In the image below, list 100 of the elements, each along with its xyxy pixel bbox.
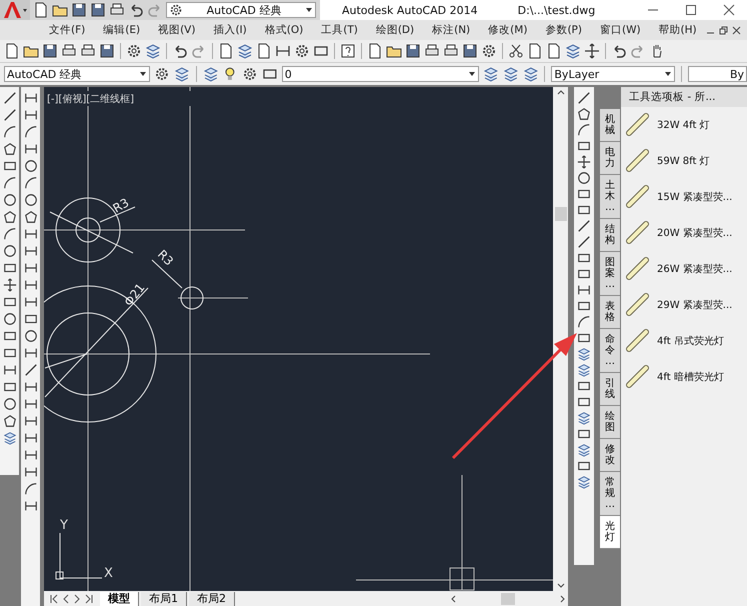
save-icon[interactable] [90,2,106,18]
layers-icon[interactable] [237,43,253,59]
dimension-tool-icon[interactable] [24,465,38,479]
circle-tool-icon[interactable] [24,193,38,207]
layers-icon[interactable] [522,66,538,82]
rectangle-tool-icon[interactable] [577,267,591,281]
layer-dropdown[interactable]: 0 [282,66,480,82]
move-tool-icon[interactable] [584,43,600,59]
circle-tool-icon[interactable] [24,159,38,173]
scroll-thumb[interactable] [554,207,566,221]
layout-tab[interactable]: 模型 [100,592,139,606]
layers-icon[interactable] [577,443,591,457]
menu-item[interactable]: 插入(I) [204,23,256,37]
polygon-tool-icon[interactable] [2,210,16,224]
palette-tab[interactable]: 常规… [600,472,620,516]
rectangle-tool-icon[interactable] [577,427,591,441]
dimension-tool-icon[interactable] [24,346,38,360]
document-icon[interactable] [367,43,383,59]
layers-icon[interactable] [577,411,591,425]
gear-icon[interactable] [481,43,497,59]
line-tool-icon[interactable] [577,91,591,105]
menu-item[interactable]: 编辑(E) [94,23,150,37]
dimension-tool-icon[interactable] [577,283,591,297]
document-icon[interactable] [4,43,20,59]
circle-tool-icon[interactable] [24,329,38,343]
rectangle-tool-icon[interactable] [577,251,591,265]
rectangle-tool-icon[interactable] [577,379,591,393]
palette-tab[interactable]: 修改 [600,439,620,472]
close-icon[interactable] [723,4,735,16]
document-icon[interactable] [33,2,49,18]
layers-icon[interactable] [2,431,16,445]
arc-tool-icon[interactable] [2,176,16,190]
palette-tab[interactable]: 机械 [600,109,620,142]
save-icon[interactable] [71,2,87,18]
polygon-tool-icon[interactable] [2,142,16,156]
arc-tool-icon[interactable] [2,125,16,139]
dimension-tool-icon[interactable] [24,380,38,394]
document-icon[interactable] [546,43,562,59]
layout-tab[interactable]: 布局2 [189,592,235,606]
palette-item[interactable]: 29W 紧凑型荧... [657,298,732,312]
rectangle-tool-icon[interactable] [2,261,16,275]
palette-item[interactable]: 20W 紧凑型荧... [657,226,732,240]
rectangle-tool-icon[interactable] [24,312,38,326]
line-tool-icon[interactable] [577,219,591,233]
maximize-icon[interactable] [685,4,697,16]
drawing-canvas[interactable]: [-][俯视][二维线框] R3 R3 Φ21 Y X [44,87,553,591]
rectangle-tool-icon[interactable] [2,380,16,394]
layers-icon[interactable] [174,66,190,82]
document-icon[interactable] [218,43,234,59]
palette-item[interactable]: 4ft 暗槽荧光灯 [657,370,724,384]
menu-item[interactable]: 绘图(D) [366,23,424,37]
dropdown-caret-icon[interactable] [664,70,672,78]
line-tool-icon[interactable] [24,363,38,377]
palette-item[interactable]: 15W 紧凑型荧... [657,190,732,204]
save-icon[interactable] [462,43,478,59]
dimension-tool-icon[interactable] [24,448,38,462]
document-icon[interactable] [527,43,543,59]
palette-tab[interactable]: 土木… [600,175,620,219]
rectangle-tool-icon[interactable] [2,329,16,343]
layers-icon[interactable] [202,66,218,82]
rectangle-tool-icon[interactable] [2,295,16,309]
menu-item[interactable]: 工具(T) [312,23,367,37]
menu-item[interactable]: 视图(V) [149,23,204,37]
menu-item[interactable]: 参数(P) [536,23,591,37]
circle-tool-icon[interactable] [2,312,16,326]
dropdown-caret-icon[interactable] [139,70,148,78]
scrollbar[interactable] [448,592,568,606]
dimension-tool-icon[interactable] [24,142,38,156]
dimension-tool-icon[interactable] [2,363,16,377]
move-tool-icon[interactable] [577,155,591,169]
palette-tab[interactable]: 命令… [600,329,620,373]
layers-icon[interactable] [483,66,499,82]
line-tool-icon[interactable] [577,235,591,249]
dimension-tool-icon[interactable] [24,261,38,275]
palette-tab[interactable]: 图案… [600,252,620,296]
rectangle-tool-icon[interactable] [577,203,591,217]
dropdown-caret-icon[interactable] [468,70,476,78]
dimension-tool-icon[interactable] [24,414,38,428]
palette-tab[interactable]: 电力 [600,142,620,175]
dimension-tool-icon[interactable] [275,43,291,59]
save-icon[interactable] [99,43,115,59]
palette-tab[interactable]: 结构 [600,219,620,252]
circle-tool-icon[interactable] [577,171,591,185]
scroll-thumb[interactable] [501,593,515,605]
save-icon[interactable] [42,43,58,59]
palette-tab[interactable]: 表格 [600,296,620,329]
palette-item[interactable]: 59W 8ft 灯 [657,154,710,168]
circle-tool-icon[interactable] [2,244,16,258]
dimension-tool-icon[interactable] [24,431,38,445]
dimension-tool-icon[interactable] [24,278,38,292]
layers-icon[interactable] [502,66,519,82]
layers-icon[interactable] [577,475,591,489]
gear-icon[interactable] [294,43,310,59]
workspace-dropdown[interactable]: AutoCAD 经典 [166,2,316,18]
rectangle-tool-icon[interactable] [577,187,591,201]
polygon-tool-icon[interactable] [24,210,38,224]
layout-tab[interactable]: 布局1 [141,592,187,606]
help-icon[interactable] [340,43,356,59]
circle-tool-icon[interactable] [2,193,16,207]
palette-tab[interactable]: 光灯 [600,516,620,549]
